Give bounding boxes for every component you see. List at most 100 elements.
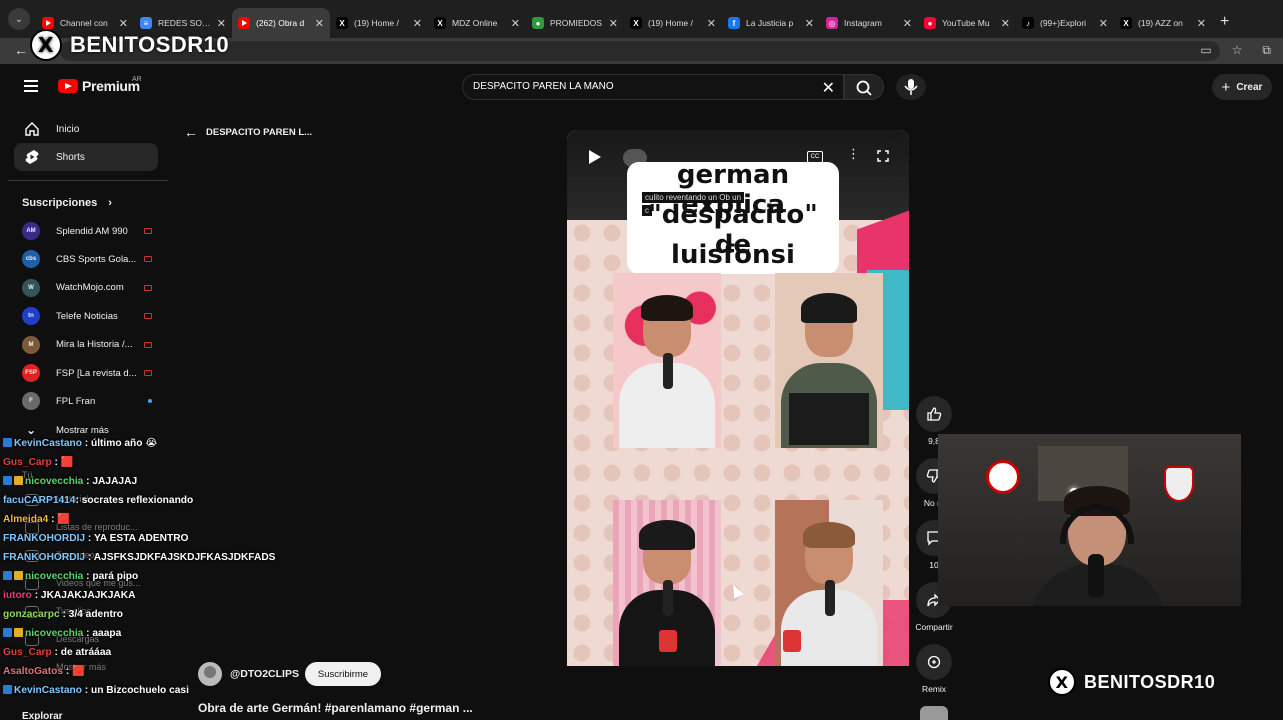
subscriptions-heading[interactable]: Suscripciones ›: [22, 197, 112, 209]
browser-tab[interactable]: X (19) Home / ✕: [330, 8, 428, 38]
chat-text: : pará pipo: [83, 571, 139, 582]
chat-message: Gus_Carp : 🟥: [3, 457, 73, 468]
subscription-item[interactable]: cbs CBS Sports Gola...: [22, 248, 152, 270]
x-icon: X: [434, 17, 446, 29]
chat-text: : YA ESTA ADENTRO: [85, 533, 189, 544]
subscription-item[interactable]: AM Splendid AM 990: [22, 220, 152, 242]
more-vertical-icon[interactable]: ⋮: [847, 147, 860, 160]
watermark-top: X BENITOSDR10: [30, 29, 229, 61]
channel-avatar: M: [22, 335, 40, 354]
tab-close-icon[interactable]: ✕: [1001, 17, 1010, 30]
video-description[interactable]: Obra de arte Germán! #parenlamano #germa…: [198, 701, 473, 715]
club-crest-left: [986, 460, 1020, 494]
browser-tab[interactable]: X (19) Home / ✕: [624, 8, 722, 38]
browser-tab[interactable]: ♪ (99+)Explori ✕: [1016, 8, 1114, 38]
shorts-icon: [24, 149, 40, 165]
browser-tab[interactable]: ● YouTube Mu ✕: [918, 8, 1016, 38]
platform-badge-icon: [3, 571, 12, 580]
tab-close-icon[interactable]: ✕: [217, 17, 226, 30]
create-label: Crear: [1236, 81, 1263, 93]
channel-handle[interactable]: @DTO2CLIPS: [230, 668, 299, 680]
captions-icon[interactable]: CC: [807, 151, 823, 163]
chat-username[interactable]: iutoro: [3, 590, 32, 601]
chat-username[interactable]: AsaltoGatos: [3, 666, 63, 677]
channel-avatar[interactable]: [198, 662, 222, 686]
browser-tab[interactable]: X (19) AZZ on ✕: [1114, 8, 1212, 38]
back-to-search-link[interactable]: ← DESPACITO PAREN L...: [184, 124, 312, 140]
subscriber-badge-icon: [14, 571, 23, 580]
new-content-dot-icon: [148, 399, 152, 404]
play-icon[interactable]: [589, 150, 601, 164]
search-value: DESPACITO PAREN LA MANO: [473, 81, 614, 92]
tab-close-icon[interactable]: ✕: [1099, 17, 1108, 30]
x-icon: X: [630, 17, 642, 29]
search-button[interactable]: [844, 74, 884, 100]
chat-username[interactable]: nicovecchia: [25, 476, 83, 487]
subscription-item[interactable]: M Mira la Historia /...: [22, 334, 152, 356]
subscription-item[interactable]: FSP FSP [La revista d...: [22, 362, 152, 384]
subscription-item[interactable]: W WatchMojo.com: [22, 277, 152, 299]
subscription-item[interactable]: F FPL Fran: [22, 390, 152, 412]
back-arrow-icon[interactable]: ←: [14, 42, 28, 58]
browser-tab[interactable]: ● PROMIEDOS ✕: [526, 8, 624, 38]
chevron-down-icon: ⌄: [25, 423, 37, 437]
youtube-icon: [42, 17, 54, 29]
chat-username[interactable]: FRANKOHORDIJ: [3, 533, 85, 544]
platform-badge-icon: [3, 685, 12, 694]
tab-close-icon[interactable]: ✕: [511, 17, 520, 30]
closed-caption-line-2: c: [642, 205, 652, 216]
microphone-icon: [904, 79, 918, 95]
sound-thumbnail[interactable]: [920, 706, 948, 720]
tab-close-icon[interactable]: ✕: [903, 17, 912, 30]
chat-username[interactable]: FRANKOHORDIJ: [3, 552, 85, 563]
browser-tab[interactable]: f La Justicia p ✕: [722, 8, 820, 38]
chat-username[interactable]: Gus_Carp: [3, 457, 52, 468]
youtube-logo[interactable]: Premium AR: [58, 76, 142, 94]
tab-close-icon[interactable]: ✕: [805, 17, 814, 30]
browser-tab[interactable]: ◎ Instagram ✕: [820, 8, 918, 38]
clear-icon[interactable]: ✕: [822, 78, 835, 98]
address-bar[interactable]: [60, 41, 1220, 61]
channel-avatar: cbs: [22, 250, 40, 269]
subscribe-button[interactable]: Suscribirme: [305, 662, 381, 686]
tab-close-icon[interactable]: ✕: [413, 17, 422, 30]
fullscreen-icon[interactable]: [877, 150, 889, 162]
chat-username[interactable]: nicovecchia: [25, 571, 83, 582]
sidebar-item-shorts[interactable]: Shorts: [14, 143, 158, 171]
chat-message: KevinCastano : último año 😭: [3, 438, 157, 449]
tab-close-icon[interactable]: ✕: [315, 17, 324, 30]
live-indicator-icon: [144, 341, 152, 348]
bookmark-star-icon[interactable]: ☆: [1232, 43, 1243, 58]
browser-tab[interactable]: X MDZ Online ✕: [428, 8, 526, 38]
chat-username[interactable]: Almeida4: [3, 514, 48, 525]
extensions-icon[interactable]: ⧉: [1262, 43, 1271, 58]
sidebar-item-home[interactable]: Inicio: [14, 115, 158, 143]
search-input[interactable]: DESPACITO PAREN LA MANO ✕: [462, 74, 844, 100]
tab-search-icon[interactable]: ⌄: [8, 8, 30, 30]
tiktok-icon: ♪: [1022, 17, 1034, 29]
x-icon: X: [336, 17, 348, 29]
volume-icon[interactable]: [623, 149, 647, 167]
platform-badge-icon: [3, 628, 12, 637]
remix-button[interactable]: Remix: [911, 644, 957, 694]
tab-close-icon[interactable]: ✕: [609, 17, 618, 30]
create-button[interactable]: + Crear: [1212, 74, 1272, 100]
tab-close-icon[interactable]: ✕: [707, 17, 716, 30]
chat-username[interactable]: nicovecchia: [25, 628, 83, 639]
install-app-icon[interactable]: ▭: [1200, 43, 1211, 58]
chat-username[interactable]: KevinCastano: [14, 438, 82, 449]
tab-close-icon[interactable]: ✕: [119, 17, 128, 30]
voice-search-button[interactable]: [896, 74, 926, 100]
subscription-item[interactable]: tn Telefe Noticias: [22, 305, 152, 327]
chat-username[interactable]: facuCARP1414: [3, 495, 75, 506]
tab-title: La Justicia p: [746, 18, 794, 28]
chat-username[interactable]: gonzacarpc: [3, 609, 60, 620]
menu-icon[interactable]: [24, 80, 38, 92]
chat-text: : AJSFKSJDKFAJSKDJFKASJDKFADS: [85, 552, 276, 563]
chat-username[interactable]: KevinCastano: [14, 685, 82, 696]
new-tab-button[interactable]: +: [1220, 13, 1229, 31]
tab-close-icon[interactable]: ✕: [1197, 17, 1206, 30]
chat-username[interactable]: Gus_Carp: [3, 647, 52, 658]
back-link-label: DESPACITO PAREN L...: [206, 126, 313, 138]
browser-tab[interactable]: (262) Obra d ✕: [232, 8, 330, 38]
